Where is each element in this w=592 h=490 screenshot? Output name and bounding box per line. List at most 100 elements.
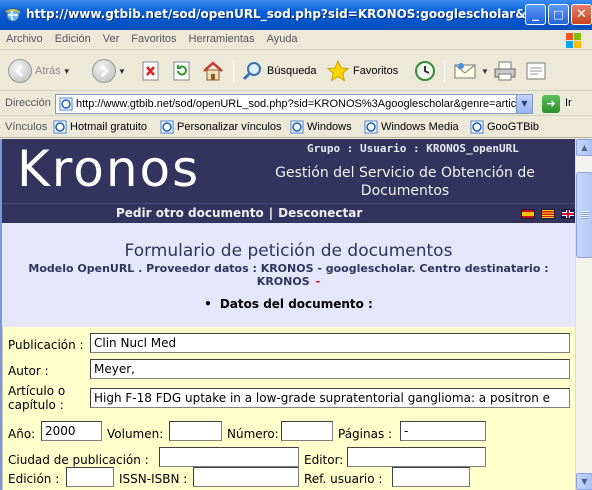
history-icon xyxy=(415,61,435,81)
links-bar: Vínculos Hotmail gratuito Personalizar v… xyxy=(0,117,592,138)
vertical-scrollbar[interactable]: ▲ ▼ xyxy=(575,139,592,490)
articulo-label-line2: capítulo : xyxy=(8,398,64,412)
link-windows-media[interactable]: Windows Media xyxy=(364,120,459,134)
issn-label: ISSN-ISBN : xyxy=(119,472,188,486)
toolbar-separator xyxy=(233,60,234,82)
back-button[interactable]: Atrás ▼ xyxy=(8,58,71,84)
publicacion-label: Publicación : xyxy=(8,338,84,352)
menu-edicion[interactable]: Edición xyxy=(49,30,97,45)
service-title: Gestión del Servicio de Obtención de Doc… xyxy=(275,165,535,199)
page-viewport: Kronos Grupo : Usuario : KRONOS_openURL … xyxy=(0,139,575,490)
menu-bar: Archivo Edición Ver Favoritos Herramientas Ay… xyxy=(0,30,592,50)
search-icon xyxy=(242,62,261,81)
request-another-link[interactable]: Pedir otro documento xyxy=(116,206,264,220)
grip-icon xyxy=(581,211,589,219)
maximize-button[interactable]: □ xyxy=(548,4,569,25)
chevron-down-icon: ▼ xyxy=(118,66,126,76)
stop-icon xyxy=(142,61,159,81)
autor-label: Autor : xyxy=(8,364,49,378)
search-button[interactable]: Búsqueda xyxy=(242,58,317,84)
scroll-thumb[interactable] xyxy=(576,172,592,258)
editor-input[interactable] xyxy=(347,447,486,467)
ciudad-label: Ciudad de publicación : xyxy=(8,453,149,467)
print-icon xyxy=(494,61,516,81)
refresh-button[interactable] xyxy=(171,58,193,84)
site-header: Kronos Grupo : Usuario : KRONOS_openURL … xyxy=(2,139,575,203)
menu-archivo[interactable]: Archivo xyxy=(0,30,49,45)
numero-input[interactable] xyxy=(281,421,333,441)
menu-herramientas[interactable]: Herramientas xyxy=(183,30,261,45)
mail-icon xyxy=(454,63,476,79)
menu-ayuda[interactable]: Ayuda xyxy=(261,30,304,45)
logout-link[interactable]: Desconectar xyxy=(278,206,362,220)
catalan-flag-icon[interactable] xyxy=(541,209,555,219)
ie-page-icon xyxy=(160,120,174,134)
link-label: Hotmail gratuito xyxy=(70,121,148,133)
star-icon xyxy=(326,59,350,82)
menu-favoritos[interactable]: Favoritos xyxy=(125,30,182,45)
forward-button[interactable]: ▼ xyxy=(92,58,126,84)
link-label: Windows Media xyxy=(381,121,459,133)
toolbar-separator xyxy=(444,60,445,82)
volumen-input[interactable] xyxy=(169,421,222,441)
page-nav: Pedir otro documento | Desconectar xyxy=(2,203,575,223)
model-mark: - xyxy=(315,275,321,288)
internet-explorer-icon xyxy=(5,7,21,23)
minimize-button[interactable]: _ xyxy=(525,4,546,25)
form-title: Formulario de petición de documentos xyxy=(124,241,453,261)
ref-usuario-input[interactable] xyxy=(392,467,470,487)
home-icon xyxy=(203,61,223,81)
spanish-flag-icon[interactable] xyxy=(521,209,535,219)
stop-button[interactable] xyxy=(140,58,162,84)
edicion-label: Edición : xyxy=(8,472,60,486)
window-titlebar: http://www.gtbib.net/sod/openURL_sod.php… xyxy=(0,0,592,30)
windows-logo-icon xyxy=(566,33,581,48)
edicion-input[interactable] xyxy=(66,467,114,487)
menu-ver[interactable]: Ver xyxy=(97,30,126,45)
ie-page-icon xyxy=(364,120,378,134)
ciudad-input[interactable] xyxy=(159,447,299,467)
window-title: http://www.gtbib.net/sod/openURL_sod.php… xyxy=(26,7,526,21)
chevron-down-icon[interactable]: ▼ xyxy=(516,95,532,113)
english-flag-icon[interactable] xyxy=(561,209,575,219)
favorites-button[interactable]: Favoritos xyxy=(326,58,398,84)
history-button[interactable] xyxy=(413,58,437,84)
document-form: Publicación : Clin Nucl Med Autor : Meye… xyxy=(2,327,575,490)
link-windows[interactable]: Windows xyxy=(290,120,352,134)
address-input[interactable]: http://www.gtbib.net/sod/openURL_sod.php… xyxy=(55,94,533,114)
back-label: Atrás xyxy=(35,65,61,77)
edit-icon xyxy=(526,62,546,80)
model-text: Modelo OpenURL . Proveedor datos : KRONO… xyxy=(28,262,549,288)
close-button[interactable]: ✕ xyxy=(571,4,592,25)
scroll-down-icon[interactable]: ▼ xyxy=(576,473,592,490)
anio-input[interactable]: 2000 xyxy=(41,421,102,441)
autor-input[interactable]: Meyer, xyxy=(90,359,570,379)
go-button[interactable]: Ir xyxy=(565,97,572,109)
volumen-label: Volumen: xyxy=(107,427,164,441)
mail-button[interactable]: ▼ xyxy=(453,58,489,84)
form-header: Formulario de petición de documentos Mod… xyxy=(2,223,575,327)
nav-separator: | xyxy=(268,206,274,220)
link-personalizar[interactable]: Personalizar vínculos xyxy=(160,120,282,134)
document-section-heading: • Datos del documento : xyxy=(2,297,575,311)
page-favicon-icon xyxy=(59,97,73,111)
link-label: Personalizar vínculos xyxy=(177,121,282,133)
link-label: GooGTBib xyxy=(487,121,539,133)
ie-page-icon xyxy=(470,120,484,134)
go-arrow-icon[interactable]: ➜ xyxy=(542,95,560,113)
issn-input[interactable] xyxy=(193,467,299,487)
chevron-down-icon: ▼ xyxy=(62,66,71,76)
publicacion-input[interactable]: Clin Nucl Med xyxy=(90,333,570,353)
link-googtbib[interactable]: GooGTBib xyxy=(470,120,539,134)
search-label: Búsqueda xyxy=(267,65,317,77)
toolbar: Atrás ▼ ▼ Búsqueda Favoritos ▼ xyxy=(0,51,592,91)
scroll-up-icon[interactable]: ▲ xyxy=(576,139,592,156)
paginas-input[interactable]: - xyxy=(400,421,486,441)
home-button[interactable] xyxy=(201,58,225,84)
link-hotmail[interactable]: Hotmail gratuito xyxy=(53,120,147,134)
edit-button[interactable] xyxy=(524,58,548,84)
links-label: Vínculos xyxy=(5,121,48,133)
articulo-input[interactable]: High F-18 FDG uptake in a low-grade supr… xyxy=(90,388,570,408)
back-arrow-icon xyxy=(8,59,32,83)
print-button[interactable] xyxy=(493,58,517,84)
